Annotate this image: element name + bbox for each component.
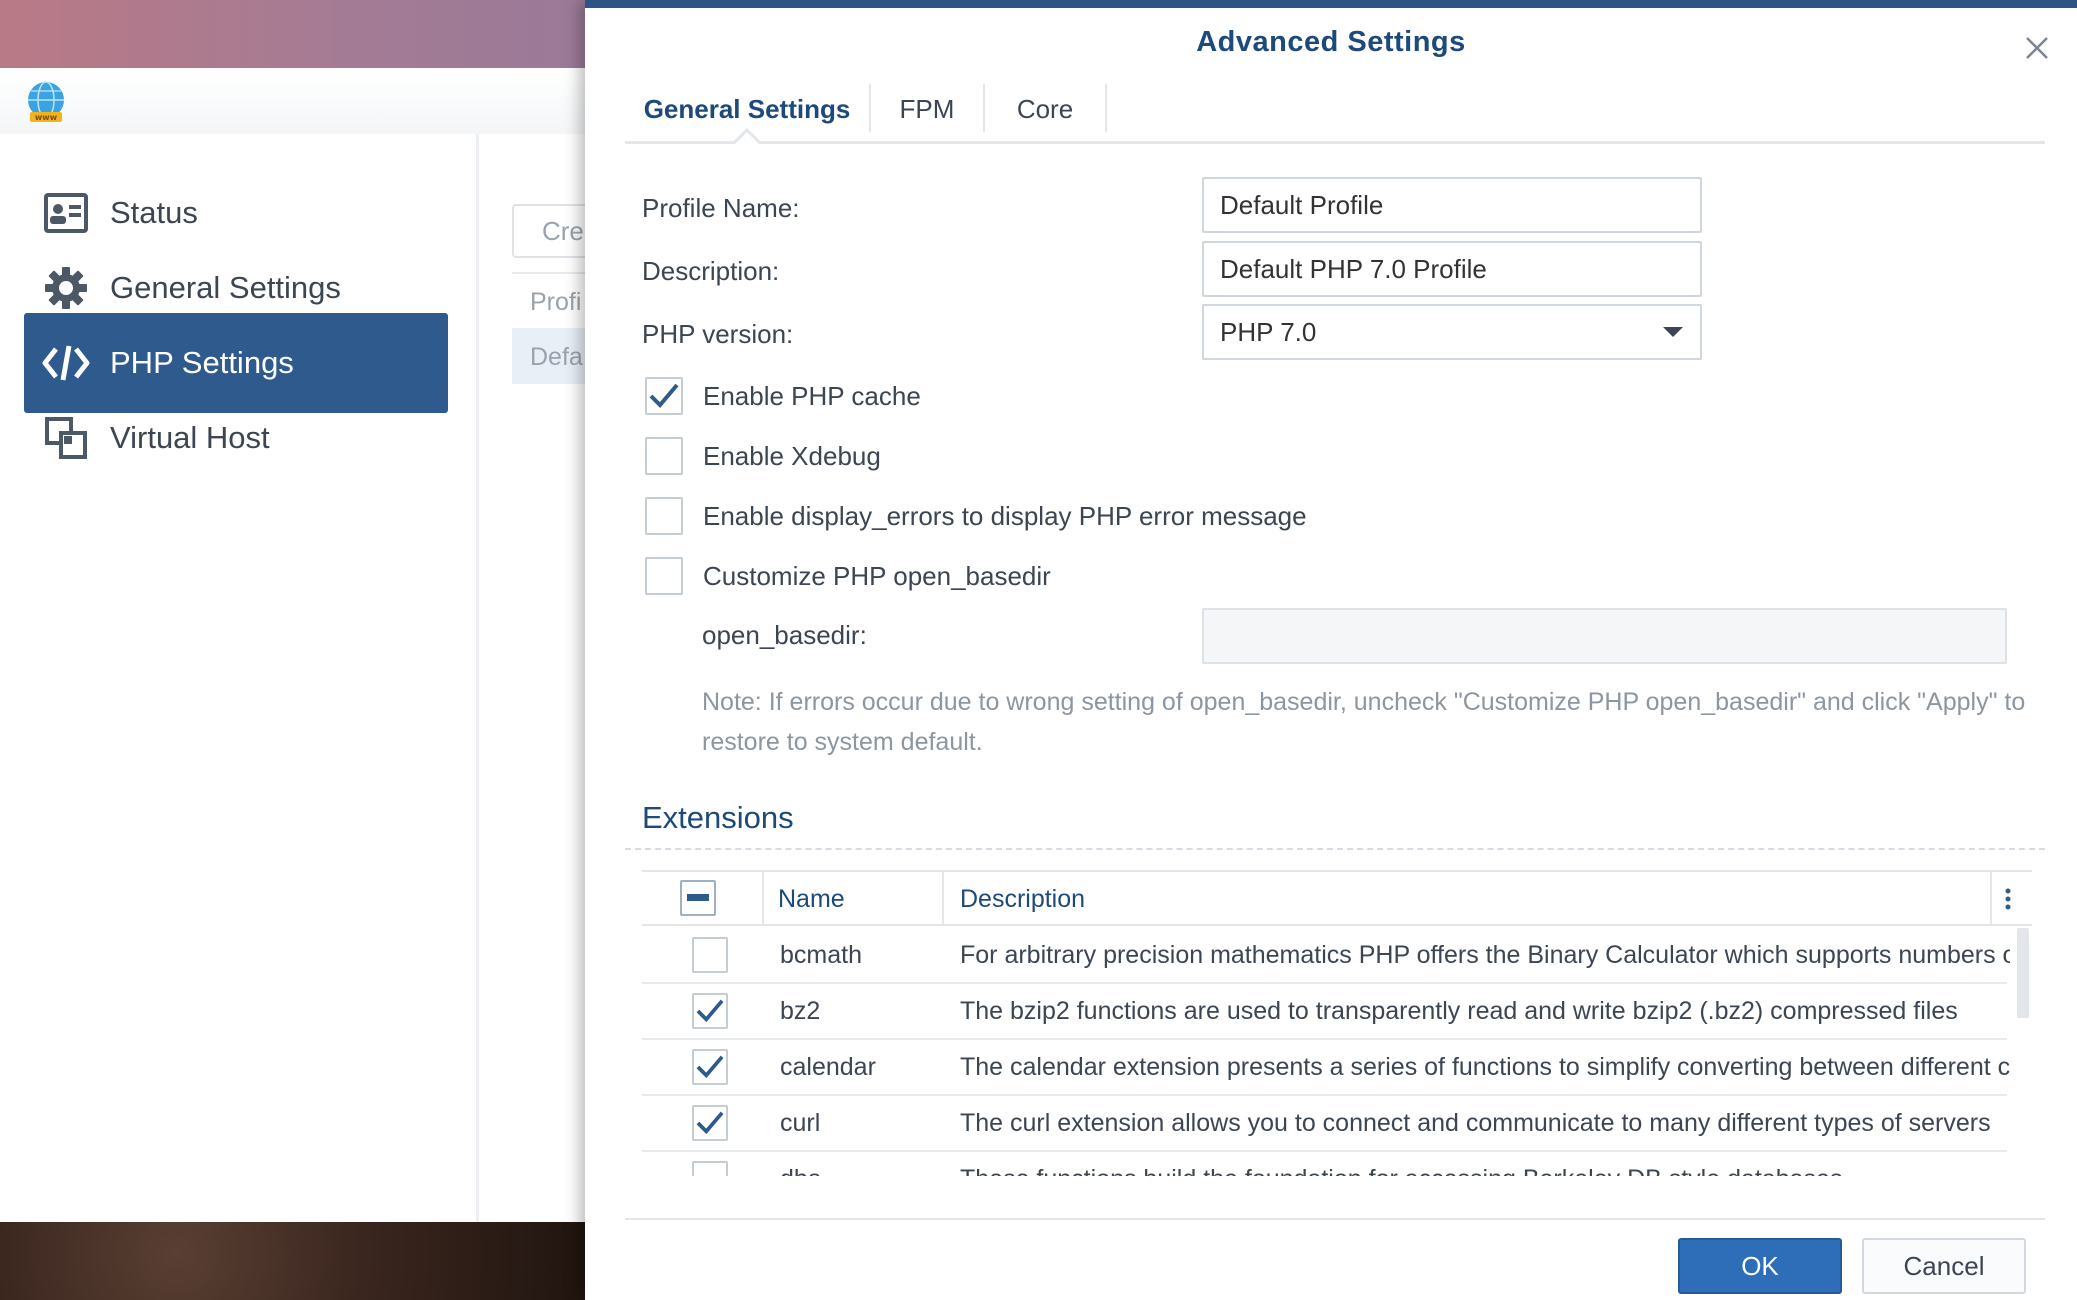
desktop-wallpaper-bottom: [0, 1222, 590, 1300]
table-row[interactable]: calendar The calendar extension presents…: [642, 1040, 2010, 1096]
tab-fpm[interactable]: FPM: [871, 76, 983, 142]
extension-name: bz2: [780, 996, 821, 1025]
code-icon: [40, 337, 92, 389]
enable-display-errors-option[interactable]: Enable display_errors to display PHP err…: [645, 496, 1307, 536]
extension-description: The calendar extension presents a series…: [960, 1052, 2010, 1081]
enable-display-errors-checkbox[interactable]: [645, 497, 683, 535]
advanced-settings-dialog: Advanced Settings General Settings FPM C…: [585, 0, 2077, 1300]
checkmark-icon: [696, 1055, 724, 1079]
sidebar-item-label: Virtual Host: [110, 420, 270, 455]
enable-xdebug-option[interactable]: Enable Xdebug: [645, 436, 881, 476]
sidebar-item-label: Status: [110, 195, 198, 230]
select-all-checkbox[interactable]: [680, 880, 716, 916]
name-column-header[interactable]: Name: [778, 872, 845, 926]
checkbox-label: Customize PHP open_basedir: [703, 560, 1051, 591]
tab-core[interactable]: Core: [985, 76, 1105, 142]
desktop-wallpaper-top: [0, 0, 590, 68]
table-header: Name Description: [642, 870, 2032, 926]
column-separator: [1990, 872, 1992, 926]
enable-xdebug-checkbox[interactable]: [645, 437, 683, 475]
web-station-globe-icon: www: [28, 81, 64, 122]
window-header: www: [0, 68, 590, 134]
footer-divider: [625, 1218, 2045, 1220]
row-checkbox[interactable]: [692, 1161, 728, 1176]
php-version-select[interactable]: PHP 7.0: [1202, 304, 1702, 360]
customize-open-basedir-checkbox[interactable]: [645, 557, 683, 595]
enable-php-cache-checkbox[interactable]: [645, 377, 683, 415]
extension-name: dba: [780, 1152, 822, 1177]
sidebar-item-virtual-host[interactable]: Virtual Host: [24, 388, 448, 488]
profile-column-header: Profi: [512, 272, 590, 324]
row-checkbox[interactable]: [692, 1105, 728, 1141]
svg-text:www: www: [35, 113, 58, 122]
open-basedir-input: [1202, 608, 2007, 664]
profile-name-input[interactable]: [1202, 177, 1702, 233]
extension-description: These functions build the foundation for…: [960, 1152, 2010, 1177]
checkmark-icon: [696, 999, 724, 1023]
description-column-header[interactable]: Description: [960, 872, 1085, 926]
tab-separator: [1105, 84, 1107, 132]
web-station-window: www Status General Settings PHP Settings…: [0, 68, 590, 1222]
cancel-button[interactable]: Cancel: [1862, 1238, 2026, 1294]
profile-list-panel: Cre Profi Defa: [512, 134, 590, 534]
checkmark-icon: [696, 1111, 724, 1135]
sidebar-item-label: General Settings: [110, 270, 341, 305]
extension-name: bcmath: [780, 940, 862, 969]
dropdown-arrow-icon: [1663, 327, 1683, 337]
enable-php-cache-option[interactable]: Enable PHP cache: [645, 376, 921, 416]
table-row[interactable]: bcmath For arbitrary precision mathemati…: [642, 928, 2010, 984]
virtual-host-icon: [40, 412, 92, 464]
checkmark-icon: [649, 383, 679, 408]
profile-row-selected[interactable]: Defa: [512, 328, 590, 384]
indeterminate-icon: [687, 894, 709, 901]
extensions-table: Name Description bcmath For arbitrary pr…: [642, 870, 2032, 1176]
extension-description: The curl extension allows you to connect…: [960, 1108, 1991, 1137]
row-checkbox[interactable]: [692, 993, 728, 1029]
description-input[interactable]: [1202, 241, 1702, 297]
extension-description: The bzip2 functions are used to transpar…: [960, 996, 1958, 1025]
open-basedir-label: open_basedir:: [702, 620, 867, 650]
php-version-label: PHP version:: [642, 319, 794, 349]
sidebar-item-label: PHP Settings: [110, 345, 294, 380]
row-checkbox[interactable]: [692, 937, 728, 973]
table-row[interactable]: dba These functions build the foundation…: [642, 1152, 2007, 1176]
extensions-section-title: Extensions: [642, 800, 794, 835]
extension-description: For arbitrary precision mathematics PHP …: [960, 940, 2010, 969]
checkbox-label: Enable Xdebug: [703, 440, 881, 471]
sidebar-divider: [476, 134, 479, 1222]
open-basedir-note: Note: If errors occur due to wrong setti…: [702, 688, 2026, 756]
sidebar: Status General Settings PHP Settings Vir…: [0, 134, 478, 1222]
table-scrollbar[interactable]: [2017, 928, 2029, 1018]
ok-button[interactable]: OK: [1678, 1238, 1842, 1294]
extension-name: calendar: [780, 1052, 876, 1081]
tab-bar: General Settings FPM Core: [625, 76, 2045, 157]
table-row[interactable]: bz2 The bzip2 functions are used to tran…: [642, 984, 2007, 1040]
column-separator: [942, 872, 944, 926]
dialog-title: Advanced Settings: [1196, 26, 1466, 58]
create-profile-button[interactable]: Cre: [512, 204, 590, 258]
row-checkbox[interactable]: [692, 1049, 728, 1085]
column-options-icon[interactable]: [2004, 887, 2012, 911]
column-separator: [762, 872, 764, 926]
section-divider: [625, 848, 2045, 850]
gear-icon: [40, 262, 92, 314]
php-version-value: PHP 7.0: [1220, 316, 1317, 347]
extension-name: curl: [780, 1108, 821, 1137]
checkbox-label: Enable PHP cache: [703, 380, 921, 411]
customize-open-basedir-option[interactable]: Customize PHP open_basedir: [645, 556, 1051, 596]
table-row[interactable]: curl The curl extension allows you to co…: [642, 1096, 2007, 1152]
status-card-icon: [40, 187, 92, 239]
description-label: Description:: [642, 256, 780, 286]
checkbox-label: Enable display_errors to display PHP err…: [703, 500, 1307, 531]
profile-name-label: Profile Name:: [642, 193, 800, 223]
close-icon[interactable]: [2017, 28, 2057, 68]
